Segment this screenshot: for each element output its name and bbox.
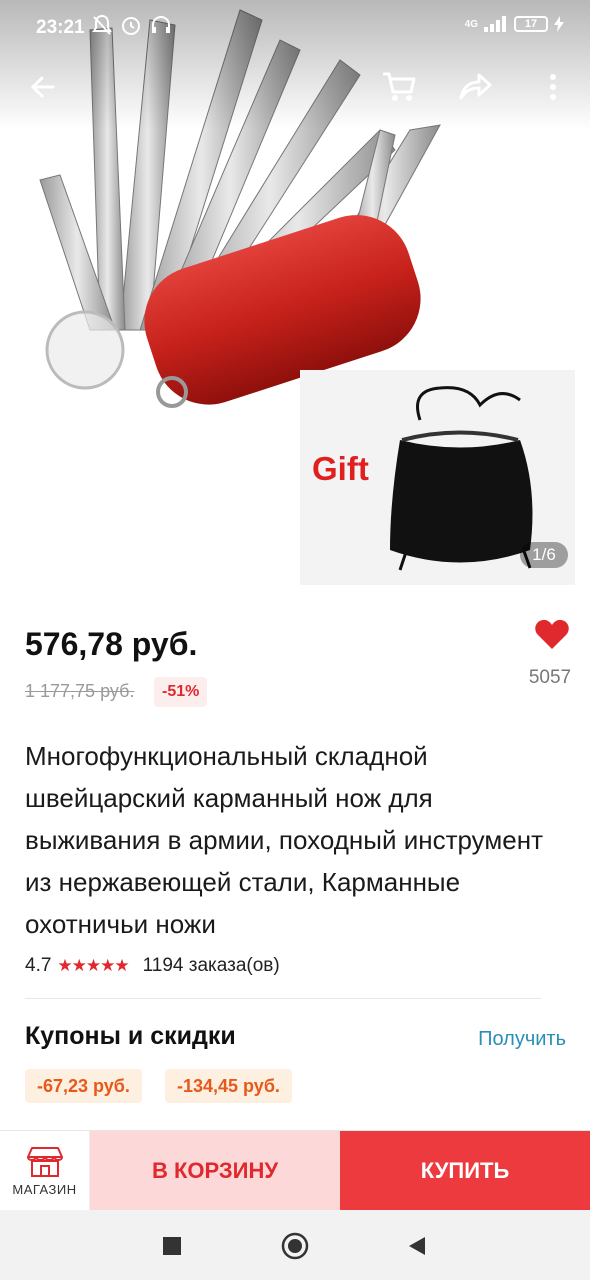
buy-now-button[interactable]: КУПИТЬ — [340, 1131, 590, 1211]
battery-icon: 17 — [514, 16, 548, 32]
store-icon — [26, 1146, 63, 1177]
status-bar: 23:21 4G 17 — [0, 0, 590, 52]
notifications-off-icon — [92, 14, 112, 35]
alarm-icon — [122, 17, 140, 35]
status-icons-right: 4G 17 — [465, 16, 564, 32]
current-price: 576,78 руб. — [25, 626, 198, 662]
home-icon[interactable] — [281, 1232, 309, 1260]
back-icon[interactable] — [402, 1232, 430, 1260]
image-counter: 1/6 — [520, 542, 568, 568]
get-coupons-link[interactable]: Получить — [478, 1028, 566, 1051]
heart-icon — [535, 619, 569, 649]
product-image-gallery[interactable]: Gift 1/6 — [0, 0, 590, 600]
product-image-knife — [39, 9, 441, 408]
coupon-chip[interactable]: -67,23 руб. — [25, 1069, 142, 1103]
status-icons-left — [92, 14, 172, 36]
add-to-cart-button[interactable]: В КОРЗИНУ — [90, 1131, 340, 1211]
signal-icon — [484, 16, 506, 32]
coupon-chip[interactable]: -134,45 руб. — [165, 1069, 292, 1103]
more-vertical-icon[interactable] — [530, 64, 576, 110]
bottom-action-bar: МАГАЗИН В КОРЗИНУ КУПИТЬ — [0, 1130, 590, 1211]
star-rating-icon: ★★★★★ — [57, 956, 129, 975]
orders-count: 1194 заказа(ов) — [142, 955, 280, 976]
charging-icon — [554, 16, 564, 32]
rating-row[interactable]: 4.7 ★★★★★ 1194 заказа(ов) — [25, 955, 280, 977]
status-time: 23:21 — [36, 17, 85, 38]
product-title: Многофункциональный складной швейцарский… — [25, 741, 543, 939]
store-button[interactable]: МАГАЗИН — [0, 1131, 90, 1211]
back-arrow-icon[interactable] — [20, 64, 66, 110]
recent-apps-icon[interactable] — [158, 1232, 186, 1260]
headphones-icon — [152, 15, 170, 33]
store-label: МАГАЗИН — [12, 1181, 77, 1197]
old-price: 1 177,75 руб. — [25, 681, 135, 701]
favorite-button[interactable] — [522, 618, 582, 655]
divider — [25, 998, 541, 999]
cart-icon[interactable] — [376, 64, 422, 110]
discount-badge: -51% — [154, 677, 208, 707]
network-type: 4G — [464, 18, 478, 30]
system-nav-bar — [0, 1210, 590, 1280]
favorites-count: 5057 — [528, 667, 572, 688]
gift-label: Gift — [312, 450, 369, 487]
share-icon[interactable] — [452, 64, 498, 110]
coupons-title: Купоны и скидки — [25, 1022, 236, 1050]
rating-value: 4.7 — [25, 955, 52, 976]
